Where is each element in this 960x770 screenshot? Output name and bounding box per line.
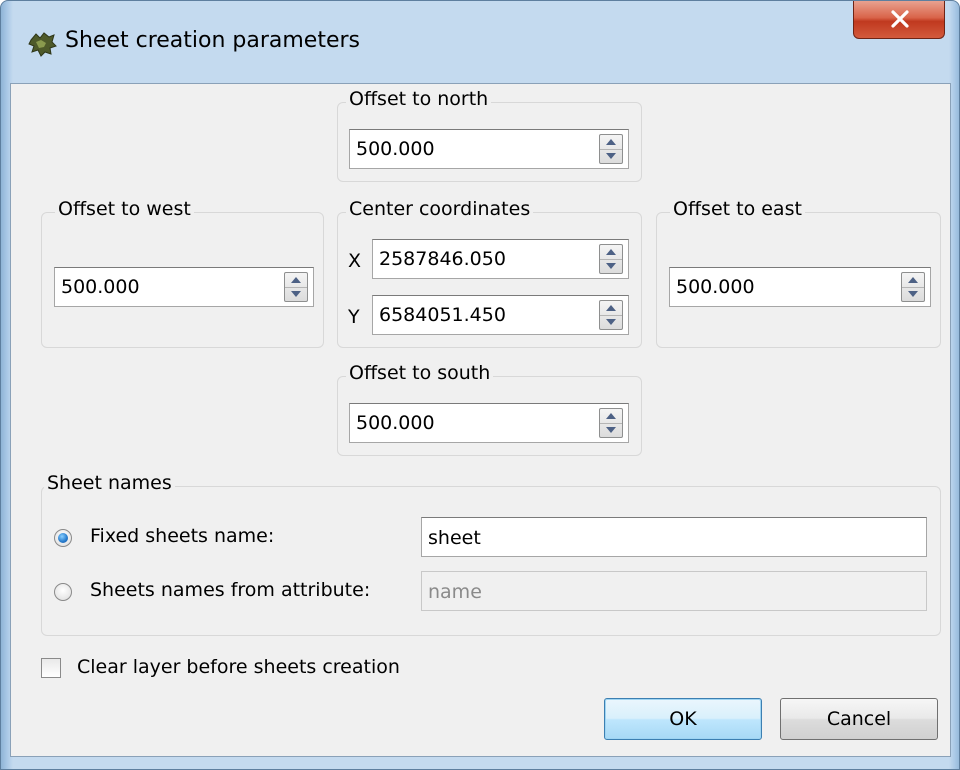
offset-south-spin-buttons [599,408,623,438]
arrow-down-icon [606,153,616,159]
offset-east-spinbox[interactable]: 500.000 [669,267,931,307]
offset-north-spinbox[interactable]: 500.000 [349,129,629,169]
dialog-window: Sheet creation parameters Offset to nort… [0,0,960,770]
offset-south-group: Offset to south 500.000 [337,362,642,456]
close-button[interactable] [853,1,945,39]
offset-west-increment[interactable] [285,273,307,288]
app-icon [28,32,57,57]
clear-layer-label[interactable]: Clear layer before sheets creation [77,656,400,678]
offset-west-value: 500.000 [61,276,140,298]
dialog-body: Offset to north 500.000 Offset to west 5… [10,83,951,757]
center-x-spin-buttons [599,244,623,274]
center-y-spin-buttons [599,300,623,330]
offset-east-value: 500.000 [676,276,755,298]
center-y-spinbox[interactable]: 6584051.450 [372,295,629,335]
arrow-up-icon [908,277,918,283]
arrow-down-icon [908,291,918,297]
cancel-button[interactable]: Cancel [780,698,938,740]
arrow-down-icon [606,319,616,325]
arrow-up-icon [291,277,301,283]
offset-north-decrement[interactable] [600,149,622,163]
center-coordinates-group: Center coordinates X 2587846.050 Y 65840… [337,198,642,348]
center-x-label: X [348,250,362,272]
center-coordinates-label: Center coordinates [346,198,534,220]
attribute-name-input: name [421,571,927,611]
offset-north-increment[interactable] [600,135,622,150]
arrow-down-icon [606,263,616,269]
center-y-label: Y [348,306,360,328]
offset-east-decrement[interactable] [902,287,924,301]
fixed-name-label[interactable]: Fixed sheets name: [90,525,274,547]
fixed-name-input[interactable]: sheet [421,517,927,557]
offset-east-group: Offset to east 500.000 [656,198,941,348]
offset-east-spin-buttons [901,272,925,302]
arrow-down-icon [291,291,301,297]
offset-east-label: Offset to east [670,198,805,220]
fixed-name-radio[interactable] [54,529,72,547]
attribute-name-value: name [428,581,482,603]
arrow-up-icon [606,413,616,419]
attribute-name-radio[interactable] [54,583,72,601]
attribute-name-label[interactable]: Sheets names from attribute: [90,579,370,601]
dialog-title: Sheet creation parameters [65,28,361,53]
offset-north-spin-buttons [599,134,623,164]
arrow-up-icon [606,139,616,145]
offset-south-spinbox[interactable]: 500.000 [349,403,629,443]
offset-south-decrement[interactable] [600,423,622,437]
arrow-up-icon [606,249,616,255]
arrow-up-icon [606,305,616,311]
title-bar[interactable]: Sheet creation parameters [1,1,959,83]
center-x-decrement[interactable] [600,259,622,273]
offset-south-increment[interactable] [600,409,622,424]
center-y-increment[interactable] [600,301,622,316]
offset-west-spin-buttons [284,272,308,302]
offset-west-decrement[interactable] [285,287,307,301]
sheet-names-group: Sheet names Fixed sheets name: sheet She… [41,472,941,636]
offset-south-value: 500.000 [356,412,435,434]
center-x-increment[interactable] [600,245,622,260]
ok-button[interactable]: OK [604,698,762,740]
offset-south-label: Offset to south [346,362,494,384]
close-icon [891,10,909,28]
offset-west-label: Offset to west [55,198,194,220]
offset-west-spinbox[interactable]: 500.000 [54,267,314,307]
offset-north-group: Offset to north 500.000 [337,88,642,182]
offset-north-value: 500.000 [356,138,435,160]
offset-east-increment[interactable] [902,273,924,288]
offset-west-group: Offset to west 500.000 [41,198,324,348]
clear-layer-checkbox[interactable] [41,658,61,678]
fixed-name-value: sheet [428,527,481,549]
offset-north-label: Offset to north [346,88,492,110]
sheet-names-label: Sheet names [44,472,175,494]
center-y-value: 6584051.450 [379,304,506,326]
center-y-decrement[interactable] [600,315,622,329]
center-x-spinbox[interactable]: 2587846.050 [372,239,629,279]
center-x-value: 2587846.050 [379,248,506,270]
arrow-down-icon [606,427,616,433]
